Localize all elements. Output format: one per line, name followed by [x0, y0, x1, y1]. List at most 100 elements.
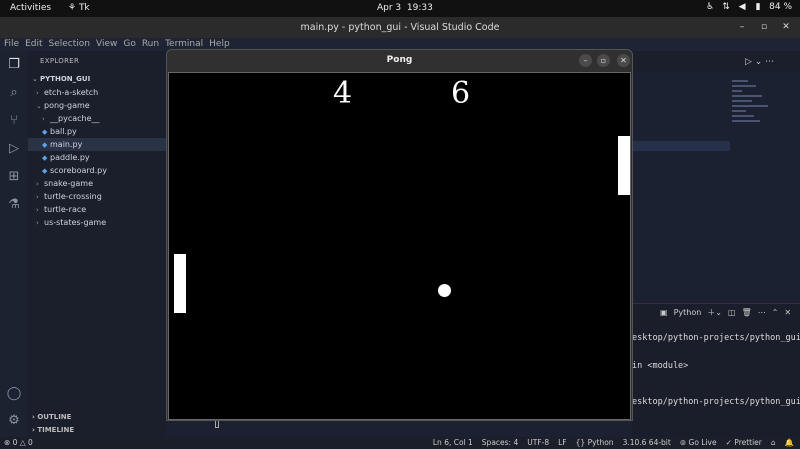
- tree-folder[interactable]: ⌄ pong-game: [28, 99, 166, 112]
- clock-date: Apr 3: [377, 3, 402, 13]
- pong-window[interactable]: Pong – ▫ ✕ 4 6: [166, 49, 633, 421]
- account-icon[interactable]: ◯: [6, 386, 22, 402]
- tree-folder[interactable]: › etch-a-sketch: [28, 86, 166, 99]
- close-icon[interactable]: ✕: [780, 17, 792, 38]
- tree-file[interactable]: ◆ ball.py: [28, 125, 166, 138]
- menu-view[interactable]: View: [96, 38, 117, 51]
- terminal-line: esktop/python-projects/python_gui: [632, 333, 800, 343]
- app-icon: ⚘: [68, 3, 79, 13]
- outline-section[interactable]: › OUTLINE: [28, 411, 166, 423]
- system-tray[interactable]: ♿ ⇅ ◀ ▮ 84 %: [705, 2, 792, 12]
- tree-item-label: scoreboard.py: [50, 166, 107, 175]
- python-interpreter[interactable]: 3.10.6 64-bit: [623, 437, 671, 449]
- ball: [438, 284, 451, 297]
- active-app-menu[interactable]: ⚘ Tk: [68, 3, 90, 13]
- workspace-root[interactable]: ⌄ PYTHON_GUI: [28, 73, 166, 86]
- status-bar: ⊗ 0 △ 0 Ln 6, Col 1 Spaces: 4 UTF-8 LF {…: [0, 437, 800, 449]
- menu-run[interactable]: Run: [142, 38, 159, 51]
- clock-time: 19:33: [406, 3, 433, 13]
- tree-item-label: us-states-game: [44, 218, 107, 227]
- menu-selection[interactable]: Selection: [49, 38, 90, 51]
- explorer-sidebar: EXPLORER ⌄ PYTHON_GUI › etch-a-sketch ⌄ pon…: [28, 51, 166, 437]
- system-top-bar: Activities ⚘ Tk Apr 3 19:33 ♿ ⇅ ◀ ▮ 84 %: [0, 0, 800, 17]
- search-icon[interactable]: ⌕: [6, 85, 22, 101]
- activity-bar: ❐ ⌕ ⑂ ▷ ⊞ ⚗ ◯ ⚙: [0, 51, 28, 437]
- timeline-section[interactable]: › TIMELINE: [28, 424, 166, 436]
- right-score: 6: [451, 76, 471, 111]
- maximize-panel-icon[interactable]: ⌃: [772, 308, 779, 317]
- kill-terminal-icon[interactable]: 🗑: [742, 308, 752, 317]
- files-icon[interactable]: ❐: [6, 57, 22, 73]
- new-terminal-icon[interactable]: ＋⌄: [707, 307, 722, 318]
- run-python-icon[interactable]: ▷ ⌄ ⋯: [745, 57, 774, 67]
- chevron-right-icon: ›: [36, 219, 39, 227]
- tree-folder[interactable]: › __pycache__: [28, 112, 166, 125]
- error-icon: ⊗: [4, 438, 13, 447]
- pong-close-icon[interactable]: ✕: [617, 54, 630, 67]
- menu-edit[interactable]: Edit: [25, 38, 42, 51]
- tree-file-selected[interactable]: ◆ main.py: [28, 138, 166, 151]
- feedback-icon[interactable]: ⌂: [771, 437, 776, 449]
- explorer-header: EXPLORER: [40, 57, 80, 65]
- left-paddle: [174, 254, 186, 313]
- minimize-icon[interactable]: –: [736, 17, 748, 38]
- encoding[interactable]: UTF-8: [527, 437, 549, 449]
- split-terminal-icon[interactable]: ◫: [728, 308, 736, 317]
- language-mode[interactable]: {} Python: [576, 437, 614, 449]
- terminal-shell-icon: ▣: [660, 308, 668, 317]
- volume-icon[interactable]: ◀: [737, 2, 747, 12]
- menu-file[interactable]: File: [4, 38, 19, 51]
- accessibility-icon[interactable]: ♿: [705, 2, 715, 12]
- network-icon[interactable]: ⇅: [721, 2, 731, 12]
- check-icon: ✓: [725, 438, 735, 447]
- terminal-shell-label[interactable]: Python: [674, 308, 702, 317]
- go-live-button[interactable]: ⊚ Go Live: [680, 437, 717, 449]
- pong-maximize-icon[interactable]: ▫: [597, 54, 610, 67]
- outline-label: OUTLINE: [37, 413, 72, 421]
- prettier-status[interactable]: ✓ Prettier: [726, 437, 762, 449]
- problems-indicator[interactable]: ⊗ 0 △ 0: [4, 437, 33, 449]
- activities-button[interactable]: Activities: [10, 3, 51, 13]
- testing-icon[interactable]: ⚗: [6, 197, 22, 213]
- source-control-icon[interactable]: ⑂: [6, 113, 22, 129]
- tree-item-label: paddle.py: [50, 153, 90, 162]
- pong-window-title: Pong: [386, 55, 413, 65]
- indentation[interactable]: Spaces: 4: [482, 437, 518, 449]
- tree-file[interactable]: ◆ paddle.py: [28, 151, 166, 164]
- pong-minimize-icon[interactable]: –: [579, 54, 592, 67]
- more-actions-icon[interactable]: ⋯: [758, 308, 766, 317]
- tree-folder[interactable]: › us-states-game: [28, 216, 166, 229]
- extensions-icon[interactable]: ⊞: [6, 169, 22, 185]
- terminal-cursor: [215, 420, 219, 428]
- minimap[interactable]: [732, 80, 772, 150]
- cursor-position[interactable]: Ln 6, Col 1: [433, 437, 473, 449]
- terminal-toolbar: ▣ Python ＋⌄ ◫ 🗑 ⋯ ⌃ ✕: [660, 307, 791, 318]
- battery-icon[interactable]: ▮: [753, 2, 763, 12]
- tree-folder[interactable]: › turtle-race: [28, 203, 166, 216]
- tree-item-label: pong-game: [44, 101, 90, 110]
- tree-item-label: ball.py: [50, 127, 77, 136]
- tree-item-label: main.py: [50, 140, 83, 149]
- editor-tab-bar: [632, 51, 800, 72]
- tree-folder[interactable]: › snake-game: [28, 177, 166, 190]
- settings-gear-icon[interactable]: ⚙: [6, 413, 22, 429]
- run-debug-icon[interactable]: ▷: [6, 141, 22, 157]
- menu-go[interactable]: Go: [123, 38, 135, 51]
- tree-item-label: turtle-race: [44, 205, 87, 214]
- close-panel-icon[interactable]: ✕: [784, 308, 791, 317]
- prettier-label: Prettier: [734, 438, 762, 447]
- tree-file[interactable]: ◆ scoreboard.py: [28, 164, 166, 177]
- chevron-down-icon: ⌄: [32, 75, 38, 83]
- error-count: 0: [12, 438, 18, 447]
- go-live-label: Go Live: [688, 438, 717, 447]
- clock[interactable]: Apr 3 19:33: [377, 3, 433, 13]
- line-ending[interactable]: LF: [558, 437, 567, 449]
- pong-title-bar[interactable]: Pong: [167, 50, 632, 71]
- notifications-icon[interactable]: 🔔: [785, 437, 794, 449]
- game-canvas[interactable]: 4 6: [168, 72, 631, 420]
- window-title: main.py - python_gui - Visual Studio Cod…: [300, 22, 500, 33]
- braces-icon: {}: [575, 438, 588, 447]
- maximize-icon[interactable]: ▫: [758, 17, 770, 38]
- tree-folder[interactable]: › turtle-crossing: [28, 190, 166, 203]
- warning-icon: △: [19, 438, 28, 447]
